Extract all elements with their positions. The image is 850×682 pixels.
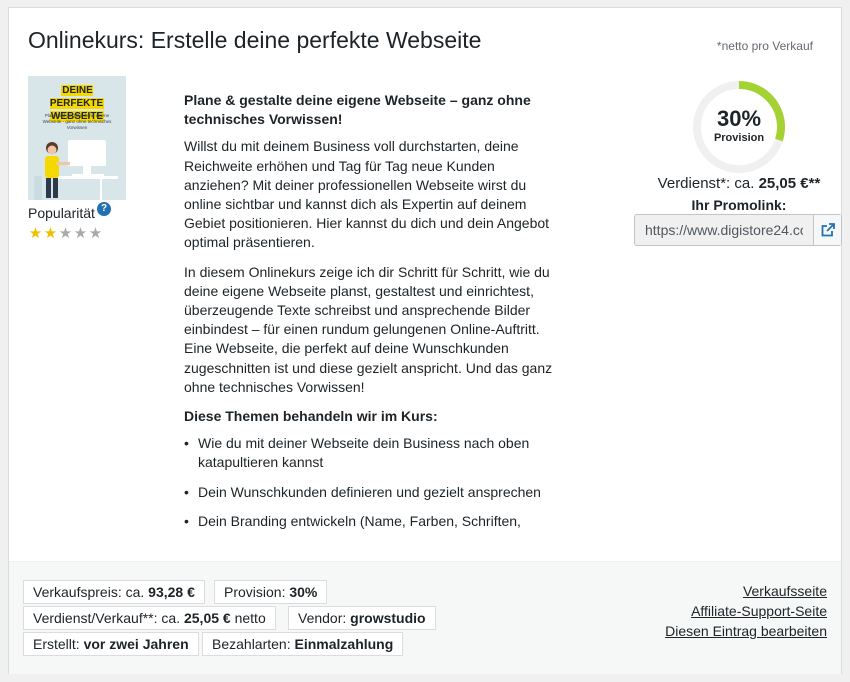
open-link-button[interactable] — [813, 215, 841, 245]
description-headline: Plane & gestalte deine eigene Webseite –… — [184, 92, 531, 128]
topics-heading: Diese Themen behandeln wir im Kurs: — [184, 408, 438, 425]
affiliate-support-link[interactable]: Affiliate-Support-Seite — [691, 603, 827, 619]
popularity-stars: ★ ★ ★ ★ ★ — [28, 224, 103, 242]
price-tag: Verkaufspreis: ca. 93,28 € — [23, 580, 205, 604]
external-link-icon — [821, 223, 835, 237]
woman-at-desk-illustration — [34, 140, 118, 200]
edit-entry-link[interactable]: Diesen Eintrag bearbeiten — [665, 623, 827, 639]
product-cover-image[interactable]: DEINE PERFEKTE WEBSEITE Plane und gestalt… — [28, 76, 126, 200]
promolink-field — [634, 214, 842, 246]
created-tag: Erstellt: vor zwei Jahren — [23, 632, 199, 656]
description-paragraph: Willst du mit deinem Business voll durch… — [184, 138, 550, 251]
sales-page-link[interactable]: Verkaufsseite — [743, 583, 827, 599]
topics-list: Wie du mit deiner Webseite dein Business… — [184, 434, 554, 531]
vendor-tag: Vendor: growstudio — [288, 606, 436, 630]
list-item: Dein Branding entwickeln (Name, Farben, … — [184, 512, 554, 531]
popularity-label: Popularität — [28, 205, 95, 221]
star-icon-empty: ★ — [58, 225, 73, 242]
description-paragraph: In diesem Onlinekurs zeige ich dir Schri… — [184, 263, 553, 395]
earnings-tag: Verdienst/Verkauf**: ca. 25,05 € netto — [23, 606, 276, 630]
provision-tag: Provision: 30% — [214, 580, 328, 604]
earnings-estimate: Verdienst*: ca. 25,05 €** — [657, 175, 821, 192]
product-footer: Verkaufspreis: ca. 93,28 € Provision: 30… — [9, 561, 841, 674]
product-description: Plane & gestalte deine eigene Webseite –… — [184, 91, 554, 548]
payment-tag: Bezahlarten: Einmalzahlung — [202, 632, 404, 656]
netto-note: *netto pro Verkauf — [716, 39, 813, 53]
promolink-label: Ihr Promolink: — [691, 197, 787, 213]
star-icon-filled: ★ — [28, 225, 43, 242]
list-item: Wie du mit deiner Webseite dein Business… — [184, 434, 554, 472]
star-icon-filled: ★ — [43, 225, 58, 242]
promolink-input[interactable] — [635, 215, 813, 245]
help-icon[interactable]: ? — [97, 202, 111, 216]
commission-percent: 30% — [716, 106, 762, 131]
commission-label: Provision — [713, 132, 765, 144]
product-card: Onlinekurs: Erstelle deine perfekte Webs… — [8, 7, 842, 674]
list-item: Dein Wunschkunden definieren und gezielt… — [184, 483, 554, 502]
star-icon-empty: ★ — [73, 225, 88, 242]
product-title: Onlinekurs: Erstelle deine perfekte Webs… — [28, 27, 482, 53]
star-icon-empty: ★ — [88, 225, 103, 242]
